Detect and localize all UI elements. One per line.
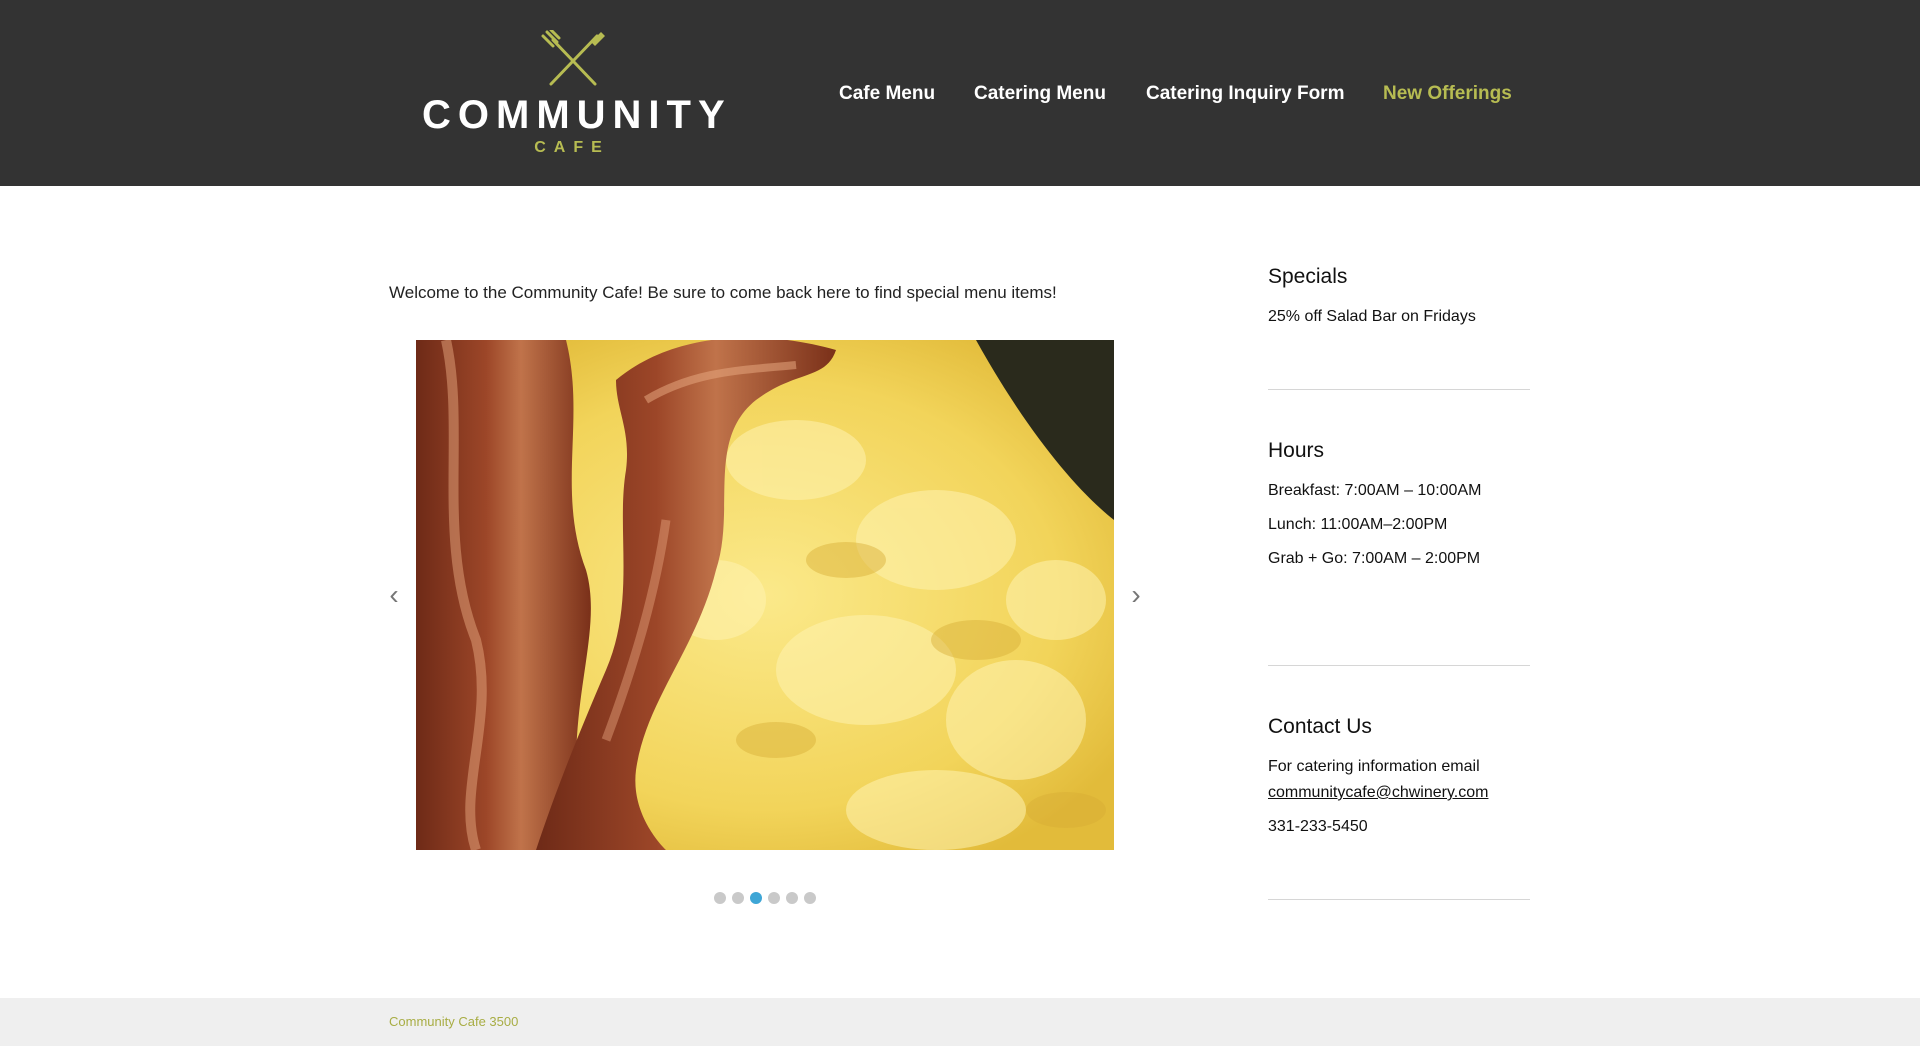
site-header: COMMUNITY CAFE Cafe Menu Catering Menu C… [0,0,1920,186]
contact-email-link[interactable]: communitycafe@chwinery.com [1268,784,1488,801]
slider-dot[interactable] [732,892,744,904]
slider-dot[interactable] [714,892,726,904]
bacon-and-scrambled-eggs-photo [416,340,1114,850]
hours-title: Hours [1268,439,1325,462]
hours-lunch: Lunch: 11:00AM–2:00PM [1268,516,1448,533]
chevron-right-icon[interactable]: › [1124,581,1148,609]
nav-item-catering-menu[interactable]: Catering Menu [974,82,1106,106]
divider [1268,665,1530,666]
hours-grab-go: Grab + Go: 7:00AM – 2:00PM [1268,550,1481,567]
contact-email-line: communitycafe@chwinery.com [1268,782,1488,804]
nav-item-cafe-menu[interactable]: Cafe Menu [839,82,935,106]
site-logo[interactable]: COMMUNITY CAFE [422,30,732,160]
footer-text: Community Cafe 3500 [389,1014,519,1029]
chevron-left-icon[interactable]: ‹ [382,581,406,609]
slider-dot[interactable] [786,892,798,904]
site-footer: Community Cafe 3500 [0,998,1920,1046]
logo-title: COMMUNITY [422,93,732,137]
contact-phone: 331-233-5450 [1268,818,1368,835]
divider [1268,389,1530,390]
hours-widget: Hours Breakfast: 7:00AM – 10:00AM Lunch:… [1268,438,1530,666]
crossed-fork-knife-icon [541,30,605,86]
welcome-text: Welcome to the Community Cafe! Be sure t… [389,283,1057,302]
contact-title: Contact Us [1268,715,1372,738]
specials-widget: Specials 25% off Salad Bar on Fridays [1268,264,1530,390]
nav-item-new-offerings[interactable]: New Offerings [1383,82,1512,106]
hours-breakfast: Breakfast: 7:00AM – 10:00AM [1268,482,1482,499]
contact-widget: Contact Us For catering information emai… [1268,714,1530,900]
nav-item-catering-inquiry-form[interactable]: Catering Inquiry Form [1146,82,1344,106]
slider-dot[interactable] [768,892,780,904]
divider [1268,899,1530,900]
specials-item: 25% off Salad Bar on Fridays [1268,308,1476,325]
slider-dot[interactable] [804,892,816,904]
slider-dot-active[interactable] [750,892,762,904]
contact-text: For catering information email [1268,758,1480,775]
specials-title: Specials [1268,265,1348,288]
logo-subtitle: CAFE [534,139,610,156]
image-slider: ‹ › [380,340,1150,904]
slide-image [416,340,1114,850]
